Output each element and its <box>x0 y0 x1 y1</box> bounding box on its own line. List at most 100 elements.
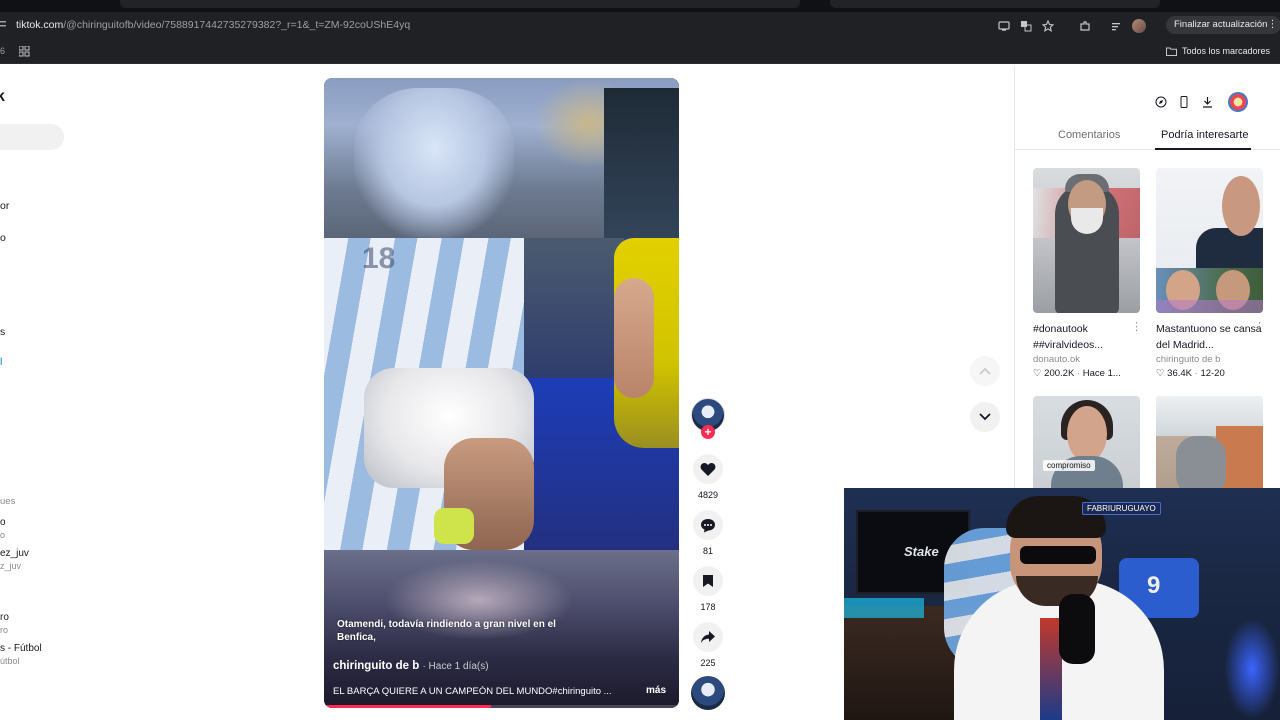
address-bar[interactable]: tiktok.com/@chiringuitofb/video/75889174… <box>0 12 1280 40</box>
save-count: 178 <box>700 602 716 612</box>
tv-logo: Stake <box>904 544 939 559</box>
microphone <box>1059 594 1095 664</box>
more-vert-icon[interactable]: ⋮ <box>1254 320 1265 333</box>
cast-icon[interactable] <box>995 17 1013 35</box>
account-handle: z_juv <box>0 561 22 571</box>
like-action[interactable]: 4829 <box>690 454 726 500</box>
translate-icon[interactable] <box>1017 17 1035 35</box>
card-author[interactable]: donauto.ok <box>1033 354 1080 365</box>
followed-account[interactable]: s - Fútbol útbol <box>0 642 42 668</box>
video-thumbnail[interactable] <box>1156 168 1263 313</box>
compass-icon[interactable] <box>1153 94 1169 110</box>
video-caption: Otamendi, todavía rindiendo a gran nivel… <box>337 619 556 643</box>
account-name: ro <box>0 612 9 623</box>
top-right-actions <box>1153 92 1248 112</box>
card-author[interactable]: chiringuito de b <box>1156 354 1220 365</box>
player-number: 18 <box>362 242 396 275</box>
sidebar-nav-item[interactable]: or <box>0 200 9 212</box>
followed-account[interactable]: ez_juv z_juv <box>0 547 29 573</box>
chevron-up-icon <box>979 367 991 375</box>
more-vert-icon[interactable]: ⋮ <box>1267 16 1277 34</box>
sidebar-nav-item[interactable]: s <box>0 326 5 338</box>
card-likes: 36.4K <box>1167 368 1192 379</box>
tiktok-logo[interactable]: k <box>0 88 5 106</box>
user-avatar[interactable] <box>1228 92 1248 112</box>
next-video-button[interactable] <box>970 402 1000 432</box>
video-thumbnail[interactable] <box>1033 168 1140 313</box>
previous-video-button[interactable] <box>970 356 1000 386</box>
bookmark-icon[interactable] <box>693 566 723 596</box>
followed-account[interactable]: ro ro <box>0 611 9 637</box>
music-disc-avatar[interactable] <box>691 676 725 710</box>
url-domain: tiktok.com <box>16 19 64 31</box>
more-button[interactable]: más <box>646 685 666 696</box>
comment-action[interactable]: 81 <box>690 510 726 556</box>
save-action[interactable]: 178 <box>690 566 726 612</box>
folder-icon <box>1165 47 1177 56</box>
search-input[interactable] <box>0 124 64 150</box>
heart-icon[interactable] <box>693 454 723 484</box>
site-info-icon[interactable] <box>0 20 8 30</box>
comment-icon[interactable] <box>693 510 723 540</box>
sidebar-nav-item[interactable]: l <box>0 356 2 368</box>
card-title[interactable]: #donautook ##viralvideos... <box>1033 321 1140 353</box>
like-count: 4829 <box>697 490 719 500</box>
account-name: o <box>0 517 6 528</box>
post-time: · Hace 1 día(s) <box>422 661 489 672</box>
sidebar-nav-item[interactable]: o <box>0 232 6 244</box>
card-stats: ♡ 36.4K · 12-20 <box>1156 368 1225 379</box>
comment-count: 81 <box>702 546 713 556</box>
download-icon[interactable] <box>1199 94 1215 110</box>
url-text[interactable]: tiktok.com/@chiringuitofb/video/75889174… <box>16 19 410 31</box>
panel-tabs: Comentarios Podría interesarte <box>1015 122 1280 150</box>
following-heading: ues <box>0 496 16 507</box>
video-frame-top <box>324 78 679 238</box>
jersey-number: 9 <box>1147 572 1161 599</box>
account-name: ez_juv <box>0 548 29 559</box>
account-handle: útbol <box>0 656 20 666</box>
followed-account[interactable]: o o <box>0 516 6 542</box>
apps-grid-icon[interactable] <box>19 46 30 57</box>
tab[interactable] <box>830 0 1160 8</box>
account-name: s - Fútbol <box>0 643 42 654</box>
share-action[interactable]: 225 <box>690 622 726 668</box>
url-path: /@chiringuitofb/video/758891744273527938… <box>63 19 411 31</box>
account-handle: ro <box>0 625 9 635</box>
card-date: 12-20 <box>1200 368 1225 379</box>
author-name[interactable]: chiringuito de b <box>333 660 419 672</box>
share-icon[interactable] <box>693 622 723 652</box>
media-queue-icon[interactable] <box>1108 17 1126 35</box>
all-bookmarks-label: Todos los marcadores <box>1181 46 1270 56</box>
progress-fill <box>324 705 491 708</box>
tab[interactable] <box>120 0 800 8</box>
chevron-down-icon <box>979 413 991 421</box>
webcam-overlay: Stake 9 FABRIURUGUAYO <box>844 488 1280 720</box>
card-stats: ♡ 200.2K · Hace 1... <box>1033 368 1121 379</box>
tab-you-may-like[interactable]: Podría interesarte <box>1161 129 1248 141</box>
card-likes: 200.2K <box>1044 368 1075 379</box>
follow-plus-icon[interactable]: + <box>701 425 715 439</box>
address-actions <box>995 17 1057 35</box>
profile-avatar[interactable] <box>1130 17 1148 35</box>
card-title[interactable]: Mastantuono se cansa del Madrid... <box>1156 321 1263 353</box>
tab-comments[interactable]: Comentarios <box>1058 129 1120 141</box>
streamer-name-tag: FABRIURUGUAYO <box>1082 502 1161 515</box>
more-vert-icon[interactable]: ⋮ <box>1131 320 1142 333</box>
finish-update-button[interactable]: Finalizar actualización ⋮ <box>1166 16 1280 34</box>
video-frame-main: 18 <box>324 238 679 550</box>
video-player[interactable]: 18 Otamendi, todavía rindiendo a gran ni… <box>324 78 679 708</box>
bookmark-star-icon[interactable] <box>1039 17 1057 35</box>
video-description: EL BARÇA QUIERE A UN CAMPEÓN DEL MUNDO#c… <box>333 686 612 697</box>
toolbar-actions <box>1076 17 1148 35</box>
browser-tabstrip <box>0 0 1280 12</box>
phone-icon[interactable] <box>1176 94 1192 110</box>
all-bookmarks-button[interactable]: Todos los marcadores <box>1165 46 1270 56</box>
bookmarks-bar: 6 Todos los marcadores <box>0 40 1280 64</box>
bookmark-count: 6 <box>0 46 6 56</box>
video-author[interactable]: chiringuito de b · Hace 1 día(s) <box>333 660 489 672</box>
share-count: 225 <box>700 658 716 668</box>
extensions-icon[interactable] <box>1076 17 1094 35</box>
active-tab-indicator <box>1155 148 1251 150</box>
thumbnail-tag: compromiso <box>1043 460 1095 471</box>
video-progress-bar[interactable] <box>324 705 679 708</box>
